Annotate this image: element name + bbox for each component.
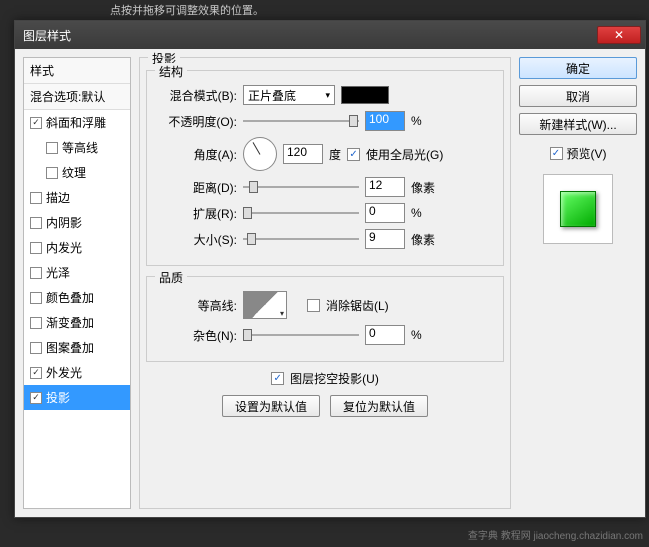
sidebar-checkbox-3[interactable] xyxy=(30,192,42,204)
opacity-slider[interactable] xyxy=(243,112,359,130)
sidebar-item-1[interactable]: 等高线 xyxy=(24,135,130,160)
angle-input[interactable]: 120 xyxy=(283,144,323,164)
sidebar-checkbox-10[interactable]: ✓ xyxy=(30,367,42,379)
sidebar-item-label: 等高线 xyxy=(62,139,98,156)
reset-default-button[interactable]: 复位为默认值 xyxy=(330,395,428,417)
new-style-button[interactable]: 新建样式(W)... xyxy=(519,113,637,135)
titlebar: 图层样式 ✕ xyxy=(15,21,645,49)
sidebar-item-label: 光泽 xyxy=(46,264,70,281)
dialog-title: 图层样式 xyxy=(23,27,597,44)
sidebar-item-label: 渐变叠加 xyxy=(46,314,94,331)
watermark: 查字典 教程网 jiaocheng.chazidian.com xyxy=(468,531,643,543)
cancel-button[interactable]: 取消 xyxy=(519,85,637,107)
percent-unit: % xyxy=(411,114,441,128)
sidebar-item-label: 斜面和浮雕 xyxy=(46,114,106,131)
sidebar-item-5[interactable]: 内发光 xyxy=(24,235,130,260)
angle-label: 角度(A): xyxy=(157,146,237,163)
quality-label: 品质 xyxy=(155,269,187,286)
blend-mode-label: 混合模式(B): xyxy=(157,87,237,104)
pixel-unit-2: 像素 xyxy=(411,231,441,248)
noise-input[interactable]: 0 xyxy=(365,325,405,345)
sidebar-item-label: 内发光 xyxy=(46,239,82,256)
percent-unit-2: % xyxy=(411,206,441,220)
sidebar-item-label: 外发光 xyxy=(46,364,82,381)
layer-style-dialog: 图层样式 ✕ 样式 混合选项:默认 ✓ 斜面和浮雕等高线纹理描边内阴影内发光光泽颜… xyxy=(14,20,646,518)
spread-label: 扩展(R): xyxy=(157,205,237,222)
structure-label: 结构 xyxy=(155,63,187,80)
noise-label: 杂色(N): xyxy=(157,327,237,344)
shadow-color-swatch[interactable] xyxy=(341,86,389,104)
ok-button[interactable]: 确定 xyxy=(519,57,637,79)
distance-slider[interactable] xyxy=(243,178,359,196)
sidebar-checkbox-4[interactable] xyxy=(30,217,42,229)
percent-unit-3: % xyxy=(411,328,441,342)
sidebar-item-label: 图案叠加 xyxy=(46,339,94,356)
right-column: 确定 取消 新建样式(W)... ✓ 预览(V) xyxy=(519,57,637,509)
spread-slider[interactable] xyxy=(243,204,359,222)
sidebar-checkbox-7[interactable] xyxy=(30,292,42,304)
sidebar-item-label: 纹理 xyxy=(62,164,86,181)
sidebar-item-11[interactable]: ✓ 投影 xyxy=(24,385,130,410)
distance-label: 距离(D): xyxy=(157,179,237,196)
sidebar-item-label: 描边 xyxy=(46,189,70,206)
contour-picker[interactable] xyxy=(243,291,287,319)
noise-slider[interactable] xyxy=(243,326,359,344)
sidebar-checkbox-2[interactable] xyxy=(46,167,58,179)
global-light-label: 使用全局光(G) xyxy=(366,146,443,163)
sidebar-item-0[interactable]: ✓ 斜面和浮雕 xyxy=(24,110,130,135)
sidebar-checkbox-6[interactable] xyxy=(30,267,42,279)
antialias-checkbox[interactable] xyxy=(307,299,320,312)
sidebar-checkbox-5[interactable] xyxy=(30,242,42,254)
sidebar-checkbox-0[interactable]: ✓ xyxy=(30,117,42,129)
quality-group: 品质 等高线: 消除锯齿(L) 杂色(N): 0 % xyxy=(146,276,504,362)
main-panel: 投影 结构 混合模式(B): 正片叠底 不透明度(O): 100 % xyxy=(139,57,511,509)
size-label: 大小(S): xyxy=(157,231,237,248)
sidebar-header-styles[interactable]: 样式 xyxy=(24,58,130,84)
preview-box xyxy=(543,174,613,244)
preview-swatch xyxy=(560,191,596,227)
sidebar-item-label: 内阴影 xyxy=(46,214,82,231)
antialias-label: 消除锯齿(L) xyxy=(326,297,389,314)
sidebar-item-7[interactable]: 颜色叠加 xyxy=(24,285,130,310)
distance-input[interactable]: 12 xyxy=(365,177,405,197)
opacity-input[interactable]: 100 xyxy=(365,111,405,131)
knockout-label: 图层挖空投影(U) xyxy=(290,370,379,387)
sidebar-item-label: 投影 xyxy=(46,389,70,406)
preview-checkbox[interactable]: ✓ xyxy=(550,147,563,160)
opacity-label: 不透明度(O): xyxy=(157,113,237,130)
contour-label: 等高线: xyxy=(157,297,237,314)
panel-outer: 投影 结构 混合模式(B): 正片叠底 不透明度(O): 100 % xyxy=(139,57,511,509)
preview-label: 预览(V) xyxy=(567,145,607,162)
structure-group: 结构 混合模式(B): 正片叠底 不透明度(O): 100 % 角度(A): xyxy=(146,70,504,266)
sidebar-item-2[interactable]: 纹理 xyxy=(24,160,130,185)
blend-mode-select[interactable]: 正片叠底 xyxy=(243,85,335,105)
angle-unit: 度 xyxy=(329,146,341,163)
size-slider[interactable] xyxy=(243,230,359,248)
size-input[interactable]: 9 xyxy=(365,229,405,249)
sidebar-item-8[interactable]: 渐变叠加 xyxy=(24,310,130,335)
sidebar-header-blend[interactable]: 混合选项:默认 xyxy=(24,84,130,110)
angle-dial[interactable] xyxy=(243,137,277,171)
sidebar-checkbox-8[interactable] xyxy=(30,317,42,329)
backdrop-hint: 点按并拖移可调整效果的位置。 xyxy=(110,2,264,18)
sidebar-item-6[interactable]: 光泽 xyxy=(24,260,130,285)
sidebar-item-label: 颜色叠加 xyxy=(46,289,94,306)
knockout-checkbox[interactable]: ✓ xyxy=(271,372,284,385)
set-default-button[interactable]: 设置为默认值 xyxy=(222,395,320,417)
close-button[interactable]: ✕ xyxy=(597,26,641,44)
sidebar-checkbox-11[interactable]: ✓ xyxy=(30,392,42,404)
sidebar-item-9[interactable]: 图案叠加 xyxy=(24,335,130,360)
styles-sidebar: 样式 混合选项:默认 ✓ 斜面和浮雕等高线纹理描边内阴影内发光光泽颜色叠加渐变叠加… xyxy=(23,57,131,509)
global-light-checkbox[interactable]: ✓ xyxy=(347,148,360,161)
spread-input[interactable]: 0 xyxy=(365,203,405,223)
sidebar-checkbox-9[interactable] xyxy=(30,342,42,354)
sidebar-item-4[interactable]: 内阴影 xyxy=(24,210,130,235)
sidebar-item-3[interactable]: 描边 xyxy=(24,185,130,210)
pixel-unit: 像素 xyxy=(411,179,441,196)
close-icon: ✕ xyxy=(614,28,624,42)
dialog-body: 样式 混合选项:默认 ✓ 斜面和浮雕等高线纹理描边内阴影内发光光泽颜色叠加渐变叠加… xyxy=(15,49,645,517)
sidebar-checkbox-1[interactable] xyxy=(46,142,58,154)
sidebar-item-10[interactable]: ✓ 外发光 xyxy=(24,360,130,385)
